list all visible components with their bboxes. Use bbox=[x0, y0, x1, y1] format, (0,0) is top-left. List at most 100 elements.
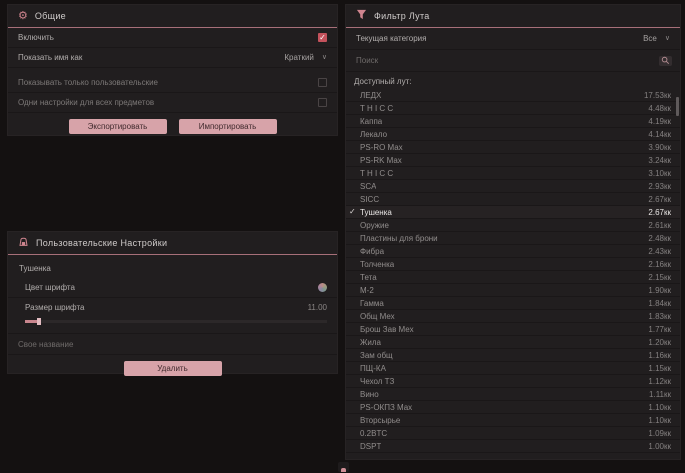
chevron-down-icon: ∨ bbox=[665, 35, 670, 42]
slider-track[interactable] bbox=[25, 320, 327, 323]
loot-item-value: 1.09кк bbox=[648, 429, 671, 438]
custom-settings-panel-header: Пользовательские Настройки bbox=[8, 232, 337, 255]
gear-icon: ⚙ bbox=[18, 11, 28, 22]
loot-item-value: 3.90кк bbox=[648, 143, 671, 152]
list-item[interactable]: SCA 2.93кк bbox=[346, 180, 680, 193]
loot-item-value: 1.20кк bbox=[648, 338, 671, 347]
font-size-slider[interactable] bbox=[25, 317, 327, 326]
list-item[interactable]: Тета 2.15кк bbox=[346, 271, 680, 284]
same-settings-label: Одни настройки для всех предметов bbox=[18, 98, 154, 107]
list-item[interactable]: Пластины для брони 2.48кк bbox=[346, 232, 680, 245]
scrollbar-thumb[interactable] bbox=[676, 97, 679, 116]
only-custom-row: Показывать только пользовательские bbox=[8, 73, 337, 93]
list-item[interactable]: Брош Зав Мех 1.77кк bbox=[346, 323, 680, 336]
loot-item-name: Фибра bbox=[360, 247, 384, 256]
category-label: Текущая категория bbox=[356, 34, 426, 43]
custom-name-input[interactable] bbox=[18, 340, 327, 349]
list-item[interactable]: T H I C C 4.48кк bbox=[346, 102, 680, 115]
search-row bbox=[346, 50, 680, 72]
list-item[interactable]: Фибра 2.43кк bbox=[346, 245, 680, 258]
list-item[interactable]: Лекало 4.14кк bbox=[346, 128, 680, 141]
list-item[interactable]: SICC 2.67кк bbox=[346, 193, 680, 206]
loot-item-name: Чехол ТЗ bbox=[360, 377, 394, 386]
search-icon[interactable] bbox=[659, 56, 672, 66]
list-item[interactable]: Каппа 4.19кк bbox=[346, 115, 680, 128]
list-item[interactable]: Общ Мех 1.83кк bbox=[346, 310, 680, 323]
list-item[interactable]: PS-ОКПЗ Max 1.10кк bbox=[346, 401, 680, 414]
loot-list: ЛЕДХ 17.53кк T H I C C 4.48кк Каппа 4.19… bbox=[346, 89, 680, 453]
loot-item-value: 2.15кк bbox=[648, 273, 671, 282]
loot-item-value: 2.16кк bbox=[648, 260, 671, 269]
loot-item-name: Брош Зав Мех bbox=[360, 325, 414, 334]
loot-filter-panel: Фильтр Лута Текущая категория Все ∨ Дост… bbox=[345, 4, 681, 460]
check-icon: ✓ bbox=[349, 207, 356, 217]
loot-item-value: 1.90кк bbox=[648, 286, 671, 295]
list-item[interactable]: Вино 1.11кк bbox=[346, 388, 680, 401]
loot-item-value: 1.15кк bbox=[648, 364, 671, 373]
drag-handle-dot bbox=[341, 468, 346, 472]
selected-item-section[interactable]: Тушенка bbox=[8, 255, 337, 278]
show-name-dropdown[interactable]: Краткий ∨ bbox=[284, 53, 327, 62]
font-color-row: Цвет шрифта bbox=[8, 278, 337, 298]
loot-item-value: 1.84кк bbox=[648, 299, 671, 308]
loot-item-name: Зам общ bbox=[360, 351, 393, 360]
loot-item-name: PS-ОКПЗ Max bbox=[360, 403, 412, 412]
loot-item-value: 17.53кк bbox=[644, 91, 671, 100]
enable-checkbox[interactable]: ✓ bbox=[318, 33, 327, 42]
list-item[interactable]: PS-RK Max 3.24кк bbox=[346, 154, 680, 167]
search-input[interactable] bbox=[356, 56, 659, 65]
only-custom-checkbox[interactable] bbox=[318, 78, 327, 87]
list-item[interactable]: ПЩ-КА 1.15кк bbox=[346, 362, 680, 375]
list-item[interactable]: Вторсырье 1.10кк bbox=[346, 414, 680, 427]
custom-name-row bbox=[8, 333, 337, 355]
category-dropdown-value: Все bbox=[643, 34, 657, 43]
enable-row: Включить ✓ bbox=[8, 28, 337, 48]
export-import-row: Экспортировать Импортировать bbox=[8, 119, 337, 134]
export-button[interactable]: Экспортировать bbox=[69, 119, 167, 134]
import-button[interactable]: Импортировать bbox=[179, 119, 277, 134]
loot-item-value: 2.67кк bbox=[648, 208, 671, 217]
loot-item-value: 1.10кк bbox=[648, 403, 671, 412]
loot-item-name: Оружие bbox=[360, 221, 389, 230]
loot-item-name: SCA bbox=[360, 182, 376, 191]
list-item[interactable]: ЛЕДХ 17.53кк bbox=[346, 89, 680, 102]
loot-item-value: 4.48кк bbox=[648, 104, 671, 113]
loot-item-name: ЛЕДХ bbox=[360, 91, 381, 100]
list-item[interactable]: ✓ Тушенка 2.67кк bbox=[346, 206, 680, 219]
window-drag-handle[interactable] bbox=[338, 462, 349, 472]
loot-item-name: Толченка bbox=[360, 260, 394, 269]
list-item[interactable]: T H I C C 3.10кк bbox=[346, 167, 680, 180]
loot-item-name: Гамма bbox=[360, 299, 384, 308]
general-panel-header: ⚙ Общие bbox=[8, 5, 337, 28]
loot-filter-panel-title: Фильтр Лута bbox=[374, 11, 430, 21]
general-panel-title: Общие bbox=[35, 11, 66, 21]
selected-item-name: Тушенка bbox=[19, 264, 51, 273]
color-wheel-icon[interactable] bbox=[318, 283, 327, 292]
show-name-dropdown-value: Краткий bbox=[284, 53, 313, 62]
loot-item-name: Общ Мех bbox=[360, 312, 395, 321]
list-item[interactable]: Жила 1.20кк bbox=[346, 336, 680, 349]
loot-item-value: 1.12кк bbox=[648, 377, 671, 386]
list-item[interactable]: Оружие 2.61кк bbox=[346, 219, 680, 232]
same-settings-checkbox[interactable] bbox=[318, 98, 327, 107]
list-item[interactable]: 0.2BTC 1.09кк bbox=[346, 427, 680, 440]
list-item[interactable]: DSPT 1.00кк bbox=[346, 440, 680, 453]
category-row: Текущая категория Все ∨ bbox=[346, 28, 680, 50]
loot-item-name: Вторсырье bbox=[360, 416, 400, 425]
delete-button[interactable]: Удалить bbox=[124, 361, 222, 376]
loot-item-value: 1.16кк bbox=[648, 351, 671, 360]
loot-item-name: Лекало bbox=[360, 130, 387, 139]
same-settings-row: Одни настройки для всех предметов bbox=[8, 93, 337, 113]
only-custom-label: Показывать только пользовательские bbox=[18, 78, 158, 87]
slider-handle[interactable] bbox=[37, 318, 41, 325]
list-item[interactable]: Гамма 1.84кк bbox=[346, 297, 680, 310]
loot-item-name: Жила bbox=[360, 338, 381, 347]
list-item[interactable]: М-2 1.90кк bbox=[346, 284, 680, 297]
list-item[interactable]: Зам общ 1.16кк bbox=[346, 349, 680, 362]
loot-item-value: 1.10кк bbox=[648, 416, 671, 425]
category-dropdown[interactable]: Все ∨ bbox=[643, 34, 670, 43]
list-item[interactable]: Чехол ТЗ 1.12кк bbox=[346, 375, 680, 388]
loot-item-value: 2.48кк bbox=[648, 234, 671, 243]
list-item[interactable]: Толченка 2.16кк bbox=[346, 258, 680, 271]
list-item[interactable]: PS-RO Max 3.90кк bbox=[346, 141, 680, 154]
